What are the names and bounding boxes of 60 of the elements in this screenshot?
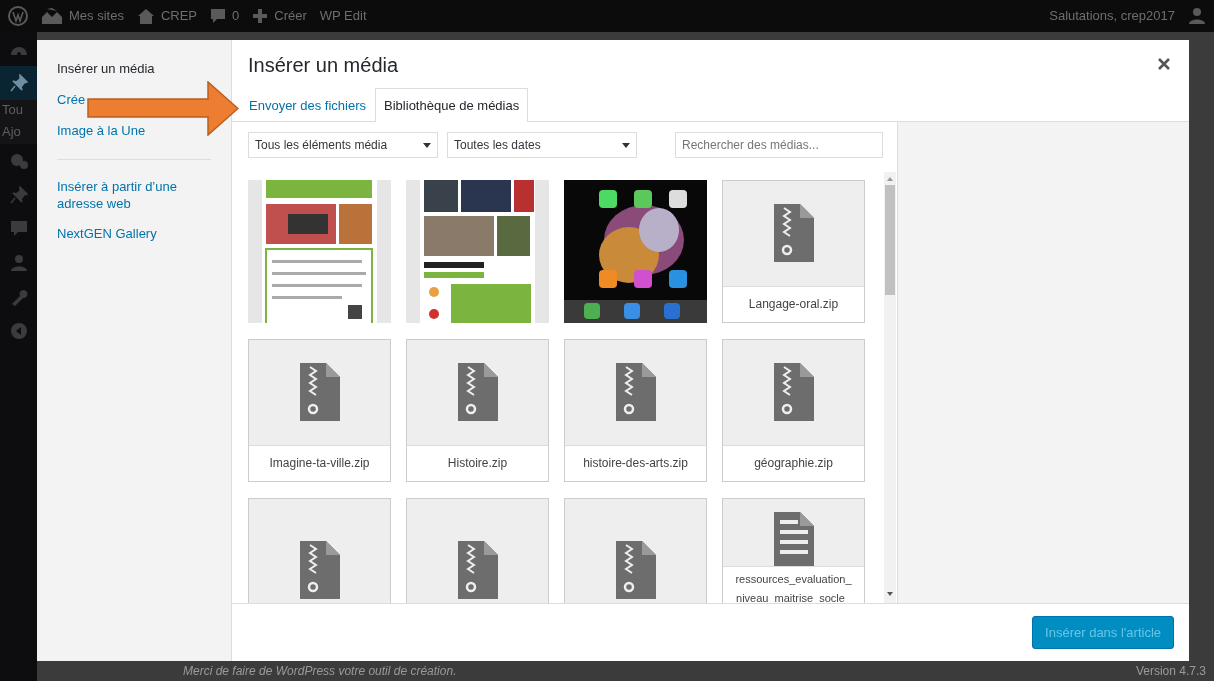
close-icon[interactable]	[1157, 57, 1171, 71]
admin-bar-link[interactable]: Créer	[252, 6, 307, 26]
file-name: Langage-oral.zip	[723, 286, 864, 322]
modal-title: Insérer un média	[248, 53, 399, 78]
greeting-link[interactable]: Salutations, crep2017	[1049, 6, 1175, 26]
plus-icon	[252, 8, 269, 24]
version-text: Version 4.7.3	[1135, 663, 1206, 680]
media-menu-item[interactable]: NextGEN Gallery	[57, 219, 157, 251]
media-tile[interactable]: ressources_evaluation_ niveau_maitrise_socle_	[722, 498, 865, 603]
admin-submenu-item[interactable]: Ajo	[0, 122, 37, 144]
file-name: Imagine-ta-ville.zip	[249, 445, 390, 481]
zip-file-icon	[297, 361, 342, 423]
comment-icon[interactable]	[9, 220, 28, 238]
media-menu-item[interactable]: Insérer à partir d’une adresse web	[57, 171, 217, 220]
wordpress-link[interactable]: WordPress	[275, 664, 336, 678]
admin-bar-link[interactable]: WP Edit	[319, 6, 367, 26]
media-menu-item[interactable]: Insérer un média	[57, 54, 155, 85]
zip-file-icon	[455, 538, 500, 601]
admin-bar-link[interactable]: CREP	[136, 6, 198, 26]
zip-file-icon	[297, 538, 342, 601]
search-field[interactable]: Rechercher des médias...	[675, 132, 883, 158]
admin-bar-link[interactable]: Mes sites	[41, 6, 124, 26]
media-tile[interactable]: histoire-des-arts.zip	[564, 339, 707, 482]
user-icon[interactable]	[9, 254, 28, 272]
zip-file-icon	[455, 361, 500, 423]
file-name: ressources_evaluation_ niveau_maitrise_socle_	[723, 566, 864, 603]
filter-select[interactable]: Toutes les dates	[447, 132, 637, 158]
user-avatar-icon[interactable]	[1188, 7, 1206, 25]
media-tile[interactable]: Langage-oral.zip	[722, 180, 865, 323]
zip-file-icon	[771, 361, 816, 423]
media-tile[interactable]: géographie.zip	[722, 339, 865, 482]
media-menu-item[interactable]: Crée	[57, 84, 86, 116]
tab[interactable]: Envoyer des fichiers	[240, 87, 376, 122]
file-name: géographie.zip	[723, 445, 864, 481]
footer-text: Merci de faire de WordPress votre outil de création.	[183, 663, 457, 680]
zip-file-icon	[613, 538, 658, 601]
wordpress-logo-icon[interactable]	[8, 6, 28, 26]
comment-icon	[210, 8, 227, 24]
admin-bar-link[interactable]: 0	[210, 6, 240, 26]
zip-file-icon	[613, 361, 658, 423]
media-tile[interactable]	[564, 498, 707, 603]
file-name: Histoire.zip	[407, 445, 548, 481]
media-tile[interactable]: Imagine-ta-ville.zip	[248, 339, 391, 482]
caret-icon	[622, 142, 630, 148]
collapse-icon[interactable]	[9, 322, 28, 340]
caret-icon	[423, 142, 431, 148]
pin-icon[interactable]	[9, 74, 28, 92]
zip-file-icon	[771, 202, 816, 264]
admin-submenu-item[interactable]: Tou	[0, 100, 37, 122]
media-tile[interactable]: Histoire.zip	[406, 339, 549, 482]
media-tile[interactable]	[406, 498, 549, 603]
file-name: histoire-des-arts.zip	[565, 445, 706, 481]
home-icon	[136, 7, 155, 25]
media-tile[interactable]	[248, 498, 391, 603]
filter-select[interactable]: Tous les éléments média	[248, 132, 438, 158]
tab[interactable]: Bibliothèque de médias	[375, 87, 529, 122]
houses-icon	[41, 7, 63, 25]
media-menu-item[interactable]: Image à la Une	[57, 115, 146, 147]
scrollbar[interactable]	[884, 172, 896, 603]
plug-icon[interactable]	[8, 152, 29, 170]
